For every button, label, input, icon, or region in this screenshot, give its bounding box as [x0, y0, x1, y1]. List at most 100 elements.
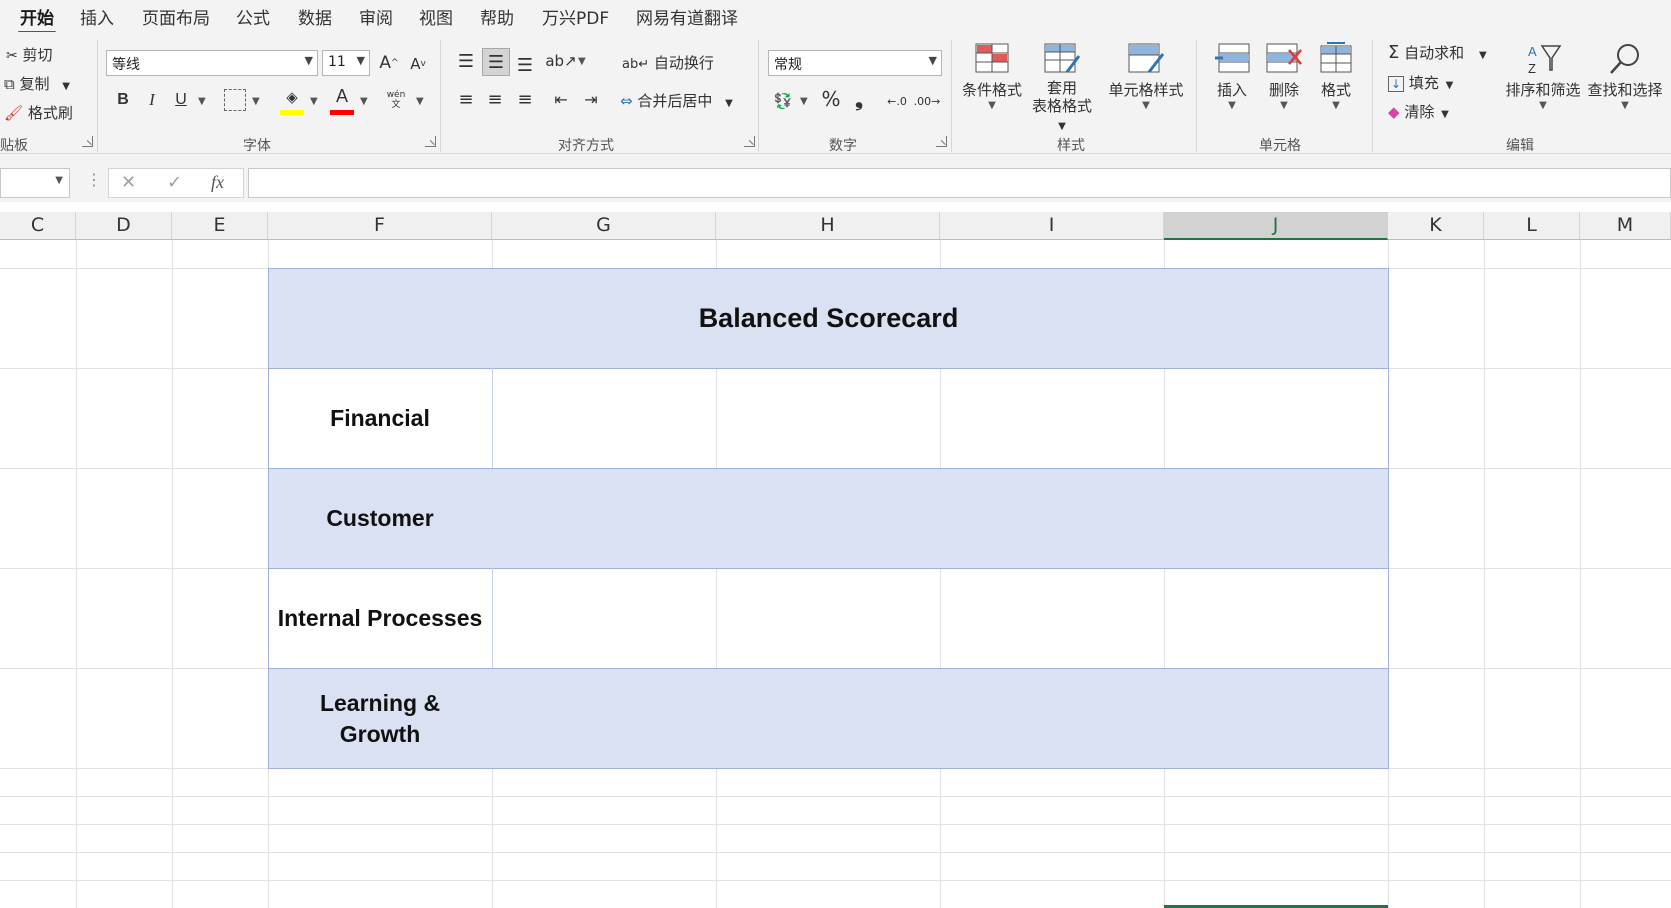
align-right-icon[interactable]: ≡ — [512, 86, 538, 112]
group-separator — [440, 40, 441, 152]
perspective-financial[interactable]: Financial — [268, 368, 492, 468]
number-launcher-icon[interactable] — [936, 136, 947, 147]
bold-button[interactable]: B — [112, 88, 134, 112]
tab-data[interactable]: 数据 — [298, 4, 332, 29]
increase-indent-icon[interactable]: ⇥ — [578, 86, 604, 112]
decrease-font-icon[interactable]: Av — [406, 52, 430, 76]
wrap-text-icon: ab↵ — [622, 57, 650, 72]
column-header-f[interactable]: F — [268, 212, 492, 240]
decrease-decimal-icon[interactable]: .00→ — [914, 88, 941, 114]
copy-button[interactable]: ⧉ 复制 ▼ — [4, 73, 70, 94]
align-top-icon[interactable]: ☰ — [453, 48, 479, 74]
gridline — [172, 240, 173, 908]
underline-button[interactable]: U — [170, 88, 192, 112]
chevron-down-icon: ▼ — [304, 54, 313, 67]
italic-button[interactable]: I — [141, 88, 163, 112]
alignment-launcher-icon[interactable] — [744, 136, 755, 147]
column-header-l[interactable]: L — [1484, 212, 1580, 240]
tab-formulas[interactable]: 公式 — [236, 4, 270, 29]
border-icon[interactable] — [224, 89, 246, 111]
align-left-icon[interactable]: ≡ — [453, 86, 479, 112]
name-box[interactable]: ▼ — [0, 168, 70, 198]
column-header-e[interactable]: E — [172, 212, 268, 240]
sigma-icon: Σ — [1388, 42, 1400, 63]
delete-cells-button[interactable]: 删除 ▼ — [1258, 42, 1310, 111]
column-header-m[interactable]: M — [1580, 212, 1671, 240]
chevron-down-icon[interactable]: ▼ — [578, 56, 586, 67]
formula-input[interactable] — [248, 168, 1671, 198]
currency-icon[interactable]: 💱 — [770, 88, 796, 114]
insert-function-button[interactable]: fx — [211, 172, 224, 193]
font-launcher-icon[interactable] — [425, 136, 436, 147]
format-painter-button[interactable]: 🖌 格式刷 — [4, 102, 73, 123]
insert-cells-button[interactable]: 插入 ▼ — [1206, 42, 1258, 111]
tab-insert[interactable]: 插入 — [80, 4, 114, 29]
increase-font-icon[interactable]: A ^ — [376, 50, 402, 76]
enter-formula-button[interactable]: ✓ — [167, 172, 182, 193]
perspective-learning-growth[interactable]: Learning & Growth — [268, 668, 492, 769]
group-separator — [951, 40, 952, 152]
formula-bar: ▼ ⋮ ✕ ✓ fx — [0, 154, 1671, 202]
increase-decimal-icon[interactable]: ←.0 — [884, 88, 910, 114]
chevron-down-icon[interactable]: ▼ — [310, 96, 318, 107]
chevron-down-icon: ▼ — [1280, 100, 1288, 111]
column-header-d[interactable]: D — [76, 212, 172, 240]
clipboard-launcher-icon[interactable] — [82, 136, 93, 147]
chevron-down-icon[interactable]: ▼ — [800, 96, 808, 107]
chevron-down-icon: ▼ — [1478, 50, 1487, 61]
cell-styles-button[interactable]: 单元格样式 ▼ — [1104, 42, 1188, 111]
percent-button[interactable]: % — [818, 86, 844, 112]
number-format-combo[interactable]: 常规 ▼ — [768, 50, 942, 76]
align-bottom-icon[interactable]: ☰ — [512, 52, 538, 78]
tab-review[interactable]: 审阅 — [359, 4, 393, 29]
tab-page-layout[interactable]: 页面布局 — [142, 4, 210, 29]
magnifier-icon — [1610, 44, 1639, 74]
grip-dots-icon: ⋮ — [86, 170, 102, 189]
fill-button[interactable]: ↓ 填充 ▼ — [1388, 72, 1453, 93]
fill-color-bar — [280, 110, 304, 115]
chevron-down-icon[interactable]: ▼ — [360, 96, 368, 107]
font-color-icon[interactable]: A — [330, 84, 354, 108]
phonetic-guide-icon[interactable]: wén 文 — [384, 88, 408, 112]
column-header-i[interactable]: I — [940, 212, 1164, 240]
worksheet-grid[interactable]: C D E F G H I J K L M Balanced Scorecard… — [0, 202, 1671, 908]
column-header-j[interactable]: J — [1164, 212, 1388, 240]
cell-styles-icon — [1128, 43, 1165, 73]
chevron-down-icon[interactable]: ▼ — [198, 96, 206, 107]
wrap-text-button[interactable]: ab↵ 自动换行 — [622, 52, 714, 73]
tab-youdao-translate[interactable]: 网易有道翻译 — [636, 4, 738, 29]
font-size-combo[interactable]: 11 ▼ — [322, 50, 370, 76]
chevron-down-icon[interactable]: ▼ — [252, 96, 260, 107]
column-header-c[interactable]: C — [0, 212, 76, 240]
orientation-icon[interactable]: ab↗ — [545, 48, 576, 74]
column-header-k[interactable]: K — [1388, 212, 1484, 240]
sort-filter-icon: A Z — [1528, 44, 1562, 76]
font-name-combo[interactable]: 等线 ▼ — [106, 50, 318, 76]
column-header-h[interactable]: H — [716, 212, 940, 240]
conditional-formatting-button[interactable]: 条件格式 ▼ — [960, 42, 1024, 111]
find-select-button[interactable]: 查找和选择 ▼ — [1584, 42, 1666, 111]
comma-style-button[interactable]: ❟ — [848, 86, 870, 112]
perspective-customer[interactable]: Customer — [268, 468, 492, 569]
cut-button[interactable]: ✂ 剪切 — [6, 44, 53, 65]
format-cells-button[interactable]: 格式 ▼ — [1310, 42, 1362, 111]
chevron-down-icon: ▼ — [725, 98, 733, 109]
align-center-icon[interactable]: ≡ — [482, 86, 508, 112]
sort-filter-button[interactable]: A Z 排序和筛选 ▼ — [1504, 42, 1582, 111]
chevron-down-icon[interactable]: ▼ — [416, 96, 424, 107]
delete-cells-icon — [1266, 43, 1302, 73]
merge-center-button[interactable]: ⇔ 合并后居中 ▼ — [620, 90, 733, 111]
tab-home[interactable]: 开始 — [18, 4, 56, 34]
format-as-table-button[interactable]: 套用 表格格式 ▼ — [1026, 42, 1098, 136]
tab-help[interactable]: 帮助 — [480, 4, 514, 29]
perspective-internal-processes[interactable]: Internal Processes — [268, 568, 492, 668]
clear-button[interactable]: ◆ 清除 ▼ — [1388, 101, 1449, 122]
decrease-indent-icon[interactable]: ⇤ — [548, 86, 574, 112]
autosum-button[interactable]: Σ 自动求和 ▼ — [1388, 42, 1487, 63]
align-middle-icon[interactable]: ☰ — [482, 48, 510, 76]
cancel-formula-button[interactable]: ✕ — [121, 172, 136, 193]
tab-wondershare-pdf[interactable]: 万兴PDF — [542, 4, 609, 29]
tab-view[interactable]: 视图 — [419, 4, 453, 29]
fill-color-icon[interactable]: ◈ — [280, 86, 304, 108]
column-header-g[interactable]: G — [492, 212, 716, 240]
